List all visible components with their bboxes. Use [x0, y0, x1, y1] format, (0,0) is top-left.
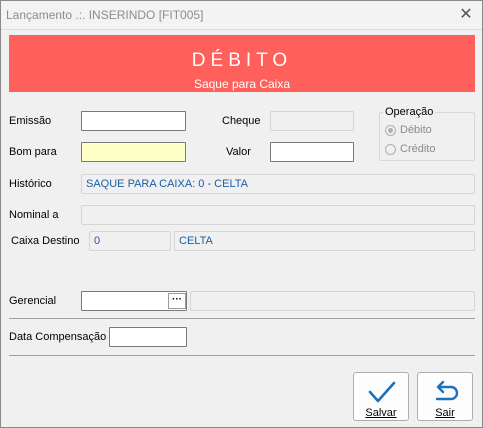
credito-radio[interactable] [385, 144, 396, 155]
salvar-button[interactable]: Salvar [353, 372, 409, 421]
salvar-label: Salvar [365, 407, 397, 419]
checkmark-icon [368, 381, 396, 403]
bom-para-label: Bom para [9, 146, 57, 158]
valor-field[interactable] [270, 142, 354, 162]
sair-button[interactable]: Sair [417, 372, 473, 421]
data-compensacao-field[interactable] [109, 327, 187, 347]
valor-label: Valor [226, 146, 251, 158]
emissao-label: Emissão [9, 115, 52, 127]
caixa-destino-label: Caixa Destino [11, 235, 80, 247]
banner-subtitle: Saque para Caixa [193, 77, 291, 91]
gerencial-label: Gerencial [9, 295, 57, 307]
gerencial-description [190, 291, 475, 311]
close-icon[interactable]: ✕ [452, 3, 480, 27]
emissao-field[interactable] [81, 111, 186, 131]
banner-title: DÉBITO [191, 50, 293, 71]
bom-para-field[interactable] [81, 142, 186, 162]
operacao-title: Operação [383, 106, 436, 118]
historico-field: SAQUE PARA CAIXA: 0 - CELTA [81, 174, 475, 194]
operation-banner: DÉBITO Saque para Caixa [9, 35, 475, 92]
nominal-label: Nominal a [9, 209, 59, 221]
caixa-destino-code: 0 [89, 231, 171, 251]
debito-radio[interactable] [385, 125, 396, 136]
caixa-destino-name: CELTA [174, 231, 475, 251]
credito-radio-label: Crédito [400, 143, 436, 155]
gerencial-lookup-button[interactable]: ··· [168, 293, 186, 309]
nominal-field [81, 205, 475, 225]
separator [9, 355, 475, 356]
separator [9, 318, 475, 319]
debito-radio-label: Débito [400, 124, 432, 136]
window-title: Lançamento .:. INSERINDO [FIT005] [6, 8, 204, 22]
radio-selected-dot [388, 128, 393, 133]
cheque-label: Cheque [222, 115, 261, 127]
sair-label: Sair [435, 407, 455, 419]
data-compensacao-label: Data Compensação [9, 331, 107, 343]
historico-label: Histórico [9, 178, 52, 190]
title-bar: Lançamento .:. INSERINDO [FIT005] ✕ [1, 1, 482, 30]
cheque-field [270, 111, 354, 131]
dialog-window: Lançamento .:. INSERINDO [FIT005] ✕ DÉBI… [0, 0, 483, 428]
return-arrow-icon [435, 380, 459, 401]
